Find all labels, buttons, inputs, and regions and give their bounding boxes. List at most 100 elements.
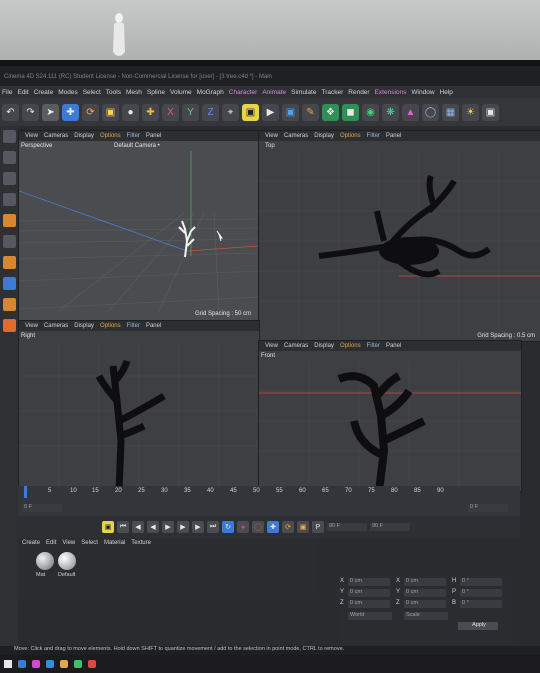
next-frame-icon[interactable]: ▶ [177,521,189,533]
go-to-start-icon[interactable]: ⏮ [117,521,129,533]
material-swatch[interactable] [58,552,76,570]
viewport-perspective[interactable]: View Cameras Display Options Filter Pane… [18,130,260,322]
end-frame-field[interactable]: 90 F [327,523,367,531]
start-frame-field[interactable]: 0 F [22,504,62,512]
viewport-menu-filter[interactable]: Filter [127,133,140,139]
position-z-field[interactable]: 0 cm [348,600,390,608]
size-y-field[interactable]: 0 cm [404,589,446,597]
rotation-h-field[interactable]: 0 ° [460,578,502,586]
scale-icon[interactable]: ▣ [102,103,119,121]
position-y-field[interactable]: 0 cm [348,589,390,597]
menu-character[interactable]: Character [229,89,258,96]
rotate-key-icon[interactable]: ⟳ [282,521,294,533]
deformer-icon[interactable]: ❋ [382,103,399,121]
viewport-menu-display[interactable]: Display [74,133,94,139]
menu-animate[interactable]: Animate [262,89,286,96]
viewport-menu-display[interactable]: Display [314,343,334,349]
points-mode-icon[interactable] [3,130,16,143]
viewport-menu-display[interactable]: Display [314,133,334,139]
workplane-icon[interactable] [3,235,16,248]
taskbar-app-icon[interactable] [32,660,40,668]
scene-icon[interactable]: ◯ [422,103,439,121]
material-menu-edit[interactable]: Edit [46,540,56,546]
material-swatch[interactable] [36,552,54,570]
viewport-menu-cameras[interactable]: Cameras [284,133,308,139]
viewport-menu-panel[interactable]: Panel [386,133,401,139]
rotation-p-field[interactable]: 0 ° [460,589,502,597]
windows-start-icon[interactable] [4,660,12,668]
prev-key-icon[interactable]: ◀ [132,521,144,533]
apply-button[interactable]: Apply [458,622,498,630]
menu-mesh[interactable]: Mesh [126,89,142,96]
move-key-icon[interactable]: ✚ [267,521,279,533]
material-menu-material[interactable]: Material [104,540,125,546]
menu-create[interactable]: Create [34,89,54,96]
viewport-menu-view[interactable]: View [25,133,38,139]
autokey-icon[interactable]: ◯ [252,521,264,533]
coordinate-system-icon[interactable]: ⌖ [222,103,239,121]
menu-volume[interactable]: Volume [170,89,192,96]
move-icon[interactable]: ✚ [62,103,79,121]
menu-simulate[interactable]: Simulate [291,89,316,96]
viewport-menu-options[interactable]: Options [340,343,361,349]
render-view-icon[interactable]: ▣ [242,103,259,121]
camera-icon[interactable]: ▣ [482,103,499,121]
edges-mode-icon[interactable] [3,151,16,164]
prev-frame-icon[interactable]: ◀ [147,521,159,533]
material-menu-create[interactable]: Create [22,540,40,546]
material-menu-select[interactable]: Select [81,540,98,546]
viewport-menu-cameras[interactable]: Cameras [44,133,68,139]
viewport-menu-cameras[interactable]: Cameras [284,343,308,349]
script-icon[interactable] [3,319,16,332]
viewport-menu-panel[interactable]: Panel [146,133,161,139]
viewport-right[interactable]: View Cameras Display Options Filter Pane… [18,320,260,492]
polygons-mode-icon[interactable] [3,172,16,185]
next-key-icon[interactable]: ▶ [192,521,204,533]
render-icon[interactable]: ▶ [262,103,279,121]
taskbar-app-icon[interactable] [46,660,54,668]
rotate-icon[interactable]: ⟳ [82,103,99,121]
viewport-menu-filter[interactable]: Filter [367,133,380,139]
taskbar-app-icon[interactable] [60,660,68,668]
taskbar-app-icon[interactable] [18,660,26,668]
axis-mode-icon[interactable] [3,277,16,290]
viewport-top[interactable]: View Cameras Display Options Filter Pane… [258,130,540,342]
scale-mode-select[interactable]: Scale [404,612,448,620]
size-x-field[interactable]: 0 cm [404,578,446,586]
z-axis-icon[interactable]: Z [202,103,219,121]
cloner-icon[interactable]: ◉ [362,103,379,121]
viewport-menu-view[interactable]: View [265,343,278,349]
menu-tools[interactable]: Tools [106,89,121,96]
playhead[interactable] [24,486,27,498]
menu-edit[interactable]: Edit [17,89,28,96]
pen-icon[interactable]: ✎ [302,103,319,121]
viewport-menu-view[interactable]: View [265,133,278,139]
viewport-menu-cameras[interactable]: Cameras [44,323,68,329]
coordinate-mode-select[interactable]: World [348,612,392,620]
viewport-menu-panel[interactable]: Panel [146,323,161,329]
material-menu-view[interactable]: View [62,540,75,546]
max-frame-field[interactable]: 90 F [370,523,410,531]
viewport-menu-options[interactable]: Options [100,323,121,329]
menu-mograph[interactable]: MoGraph [197,89,224,96]
scale-key-icon[interactable]: ▣ [297,521,309,533]
viewport-menu-display[interactable]: Display [74,323,94,329]
viewport-menu-options[interactable]: Options [100,133,121,139]
menu-file[interactable]: File [2,89,12,96]
cube-icon[interactable]: ▣ [282,103,299,121]
menu-window[interactable]: Window [411,89,434,96]
position-x-field[interactable]: 0 cm [348,578,390,586]
keyframe-icon[interactable]: ▣ [102,521,114,533]
viewport-menu-options[interactable]: Options [340,133,361,139]
subdivision-icon[interactable]: ❖ [322,103,339,121]
menu-help[interactable]: Help [440,89,453,96]
undo-icon[interactable]: ↶ [2,103,19,121]
select-icon[interactable]: ➤ [42,103,59,121]
menu-tracker[interactable]: Tracker [321,89,343,96]
generator-icon[interactable]: ◼ [342,103,359,121]
uv-mode-icon[interactable] [3,193,16,206]
floor-icon[interactable]: ▦ [442,103,459,121]
loop-icon[interactable]: ↻ [222,521,234,533]
y-axis-icon[interactable]: Y [182,103,199,121]
solo-icon[interactable] [3,298,16,311]
